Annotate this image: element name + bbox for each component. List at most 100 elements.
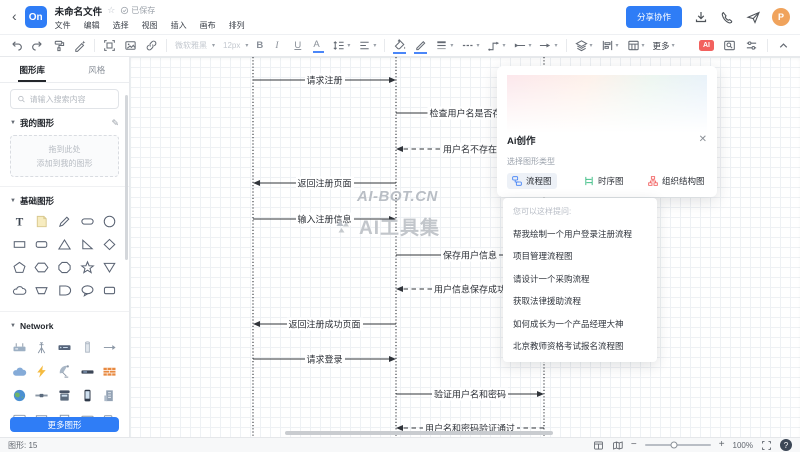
arrow-start-icon[interactable]: ▾ [513,39,531,52]
share-collab-button[interactable]: 分享协作 [626,6,682,28]
suggestion-item[interactable]: 帮我绘制一个用户登录注册流程 [513,228,647,240]
shape-triangle[interactable] [53,233,76,256]
tab-style[interactable]: 风格 [65,57,130,82]
network-firewall[interactable] [98,359,121,383]
more-tools-button[interactable]: 更多▾ [653,40,675,52]
shape-octagon[interactable] [53,256,76,279]
layers-icon[interactable]: ▾ [575,39,593,52]
my-shapes-section[interactable]: ▼ 我的图形 ✎ [0,116,129,130]
redo-icon[interactable] [31,39,44,52]
help-button[interactable]: ? [780,439,792,451]
message-label[interactable]: 请求登录 [304,353,344,366]
type-sequence[interactable]: 时序图 [579,173,629,189]
shape-rect[interactable] [8,233,31,256]
collapse-toolbar-icon[interactable] [777,39,790,52]
network-column[interactable] [76,335,99,359]
edit-pencil-icon[interactable]: ✎ [111,118,119,129]
shape-round-rect[interactable] [31,233,54,256]
message-label[interactable]: 用户名不存在 [441,143,499,156]
undo-icon[interactable] [10,39,23,52]
message-label[interactable]: 保存用户信息 [441,249,499,262]
more-shapes-button[interactable]: 更多图形 [10,417,119,432]
line-width-icon[interactable]: ▾ [435,39,453,52]
settings-sliders-icon[interactable] [745,39,758,52]
insert-link-icon[interactable] [145,39,158,52]
menu-edit[interactable]: 编辑 [84,20,100,31]
network-bolt[interactable] [31,359,54,383]
suggestion-item[interactable]: 北京教师资格考试报名流程图 [513,340,647,352]
text-align-icon[interactable]: ▾ [358,39,376,52]
underline-button[interactable]: U [294,40,305,51]
arrow-end-icon[interactable]: ▾ [539,39,557,52]
insert-image-icon[interactable] [124,39,137,52]
shape-search[interactable] [10,89,119,109]
download-icon[interactable] [694,10,708,24]
connector-type-icon[interactable]: ▾ [487,39,505,52]
shape-star[interactable] [76,256,99,279]
tab-shape-library[interactable]: 图形库 [0,57,65,82]
back-icon[interactable]: ‹ [12,8,17,24]
suggestion-item[interactable]: 请设计一个采购流程 [513,273,647,285]
canvas[interactable]: 请求注册检查用户名是否存在用户名不存在返回注册页面输入注册信息保存用户信息用户信… [130,57,800,437]
zoom-out-button[interactable]: − [631,440,637,450]
message-label[interactable]: 返回注册成功页面 [286,318,362,331]
message-label[interactable]: 用户信息保存成功 [432,283,508,296]
shape-note[interactable] [31,210,54,233]
search-input[interactable] [30,95,112,104]
shape-triangle-down[interactable] [98,256,121,279]
italic-button[interactable]: I [275,41,286,51]
zoom-knob[interactable] [671,442,678,449]
shape-diamond[interactable] [98,233,121,256]
suggestion-item[interactable]: 获取法律援助流程 [513,295,647,307]
menu-insert[interactable]: 插入 [171,20,187,31]
message-label[interactable]: 输入注册信息 [295,213,353,226]
document-title[interactable]: 未命名文件 [55,4,103,18]
type-flowchart[interactable]: 流程图 [507,173,557,189]
shape-callout[interactable] [76,279,99,302]
fill-color-icon[interactable] [393,38,406,54]
network-cloud[interactable] [8,359,31,383]
network-hub[interactable] [76,359,99,383]
network-server[interactable] [53,335,76,359]
network-deskphone[interactable] [53,383,76,407]
network-antenna[interactable] [31,335,54,359]
network-dish[interactable] [53,359,76,383]
horizontal-scrollbar[interactable] [285,431,553,435]
phone-icon[interactable] [720,10,734,24]
network-section[interactable]: ▼ Network [0,319,129,333]
shape-dropzone[interactable]: 拖到此处 添加到我的图形 [10,135,119,177]
align-objects-icon[interactable]: ▾ [601,39,619,52]
menu-select[interactable]: 选择 [113,20,129,31]
suggestion-item[interactable]: 如何成长为一个产品经理大神 [513,318,647,330]
basic-shapes-section[interactable]: ▼ 基础图形 [0,194,129,208]
zoom-in-button[interactable]: + [719,440,725,450]
font-family-select[interactable]: 微软雅黑▾ [175,40,215,51]
shape-pill[interactable] [76,210,99,233]
app-logo[interactable]: On [25,6,47,28]
shape-pentagon[interactable] [8,256,31,279]
clear-format-icon[interactable] [73,39,86,52]
shape-text[interactable]: T [8,210,31,233]
insert-frame-icon[interactable] [103,39,116,52]
line-dash-icon[interactable]: ▾ [461,39,479,52]
network-arrow[interactable] [98,335,121,359]
find-in-canvas-icon[interactable] [723,39,736,52]
favorite-star-icon[interactable]: ☆ [107,5,115,16]
bold-button[interactable]: B [256,40,267,51]
message-label[interactable]: 验证用户名和密码 [432,388,508,401]
menu-view[interactable]: 视图 [142,20,158,31]
network-building[interactable] [98,383,121,407]
sidebar-scrollbar[interactable] [125,95,128,260]
shape-cloud-shape[interactable] [8,279,31,302]
menu-arrange[interactable]: 排列 [229,20,245,31]
font-color-button[interactable]: A [313,39,324,53]
shape-hexagon[interactable] [31,256,54,279]
shape-trapezoid[interactable] [31,279,54,302]
shape-circle[interactable] [98,210,121,233]
minimap-icon[interactable] [612,440,623,451]
shape-pen[interactable] [53,210,76,233]
menu-file[interactable]: 文件 [55,20,71,31]
menu-canvas[interactable]: 画布 [200,20,216,31]
network-router[interactable] [8,335,31,359]
zoom-slider[interactable] [645,444,711,446]
